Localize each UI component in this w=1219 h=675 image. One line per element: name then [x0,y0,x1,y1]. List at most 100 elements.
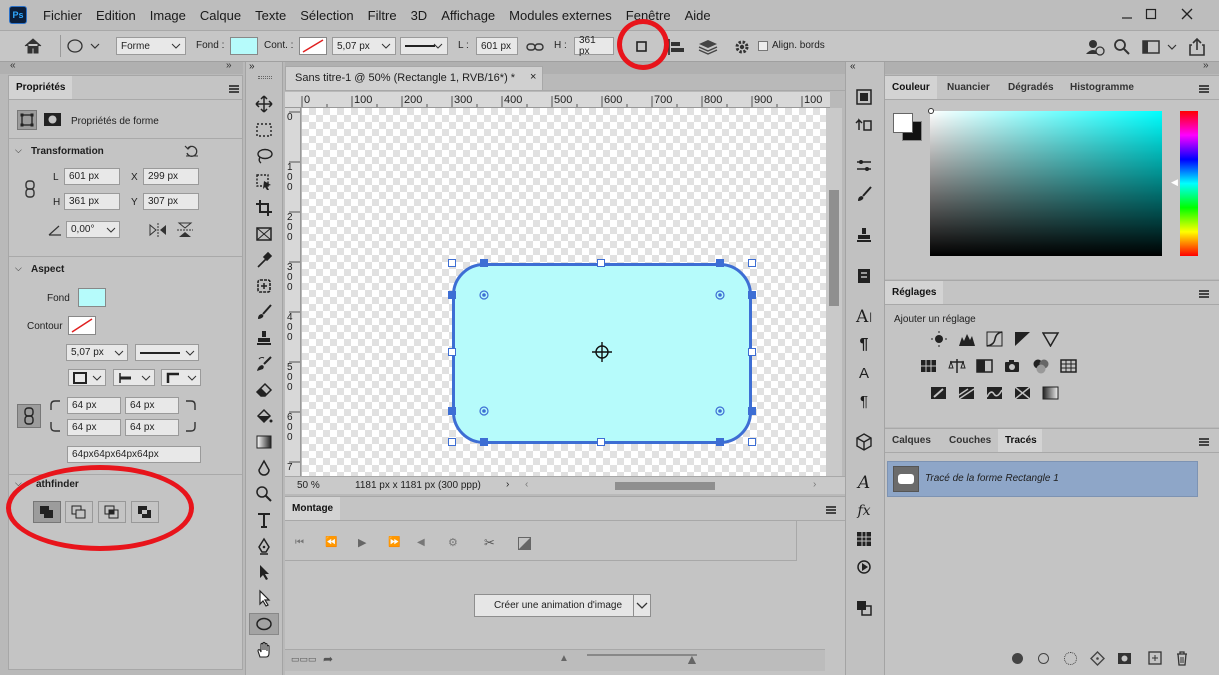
levels-icon[interactable] [958,331,976,347]
properties-collapse-bar[interactable]: « » [0,60,243,74]
panel-menu-icon[interactable] [1199,290,1209,298]
dock-expand-icon[interactable]: » [1203,60,1209,71]
shape-properties-icon[interactable] [17,110,37,130]
first-frame-icon[interactable]: ⏮ [295,537,304,548]
swatches-grid-icon[interactable] [851,528,877,550]
flip-vertical-icon[interactable] [177,222,193,238]
transform-collapse-icon[interactable]: ⌵ [15,145,22,156]
share-icon[interactable] [1187,37,1207,57]
gradient-tool-icon[interactable] [249,431,279,453]
load-selection-icon[interactable] [1064,652,1077,665]
width-field[interactable]: 601 px [476,37,518,55]
blur-tool-icon[interactable] [249,457,279,479]
color-balance-icon[interactable] [948,358,966,374]
make-path-icon[interactable] [1090,651,1105,666]
zoom-level[interactable]: 50 % [297,480,320,491]
close-window-button[interactable] [1170,3,1204,25]
audio-icon[interactable]: ◀ [417,537,425,548]
link-icon[interactable] [526,40,544,54]
convert-timeline-icon[interactable]: ➦ [323,652,333,666]
selective-color-icon[interactable] [1014,385,1032,401]
tab-traces[interactable]: Tracés [998,429,1042,452]
frame-tool-icon[interactable] [249,223,279,245]
link-corners-icon[interactable] [17,404,41,428]
transition-icon[interactable] [518,537,531,550]
tab-couches[interactable]: Couches [942,429,998,452]
menu-texte[interactable]: Texte [248,8,293,23]
scroll-left-icon[interactable]: ‹ [525,479,528,490]
x-prop-field[interactable]: 299 px [143,168,199,185]
corner-bl-field[interactable]: 64 px [67,419,121,436]
brush-tool-icon[interactable] [249,301,279,323]
tab-reglages[interactable]: Réglages [885,281,944,304]
corner-tl-field[interactable]: 64 px [67,397,121,414]
stroke-caps-select[interactable] [113,369,155,386]
panel-menu-icon[interactable] [1199,85,1209,93]
collapse-arrows-icon[interactable]: « [10,60,16,71]
angle-field[interactable]: 0,00° [66,221,120,238]
stroke-width-prop-field[interactable]: 5,07 px [66,344,128,361]
eyedropper-tool-icon[interactable] [249,249,279,271]
menu-modules-externes[interactable]: Modules externes [502,8,619,23]
menu-affichage[interactable]: Affichage [434,8,502,23]
exposure-icon[interactable] [1014,331,1032,347]
brightness-icon[interactable] [930,331,948,347]
object-selection-tool-icon[interactable] [249,171,279,193]
paragraph-styles-icon[interactable]: ¶ [851,390,877,412]
create-animation-button[interactable]: Créer une animation d'image [474,594,642,617]
path-row[interactable]: Tracé de la forme Rectangle 1 [887,461,1198,497]
create-animation-dropdown[interactable] [633,594,651,617]
path-selection-tool-icon[interactable] [249,561,279,583]
paint-bucket-tool-icon[interactable] [249,405,279,427]
tab-montage[interactable]: Montage [285,497,341,520]
3d-icon[interactable] [851,431,877,453]
black-white-icon[interactable] [976,358,994,374]
height-field[interactable]: 361 px [574,35,614,57]
corners-combined-field[interactable]: 64px64px64px64px [67,446,201,463]
add-mask-icon[interactable] [1117,652,1132,665]
pen-tool-icon[interactable] [249,535,279,557]
trash-icon[interactable] [1175,650,1189,666]
artboards-icon[interactable] [851,597,877,619]
tab-properties[interactable]: Propriétés [9,76,73,99]
fill-color-swatch[interactable] [230,37,258,55]
type-tool-icon[interactable] [249,509,279,531]
curves-icon[interactable] [986,331,1004,347]
photo-filter-icon[interactable] [1004,358,1022,374]
history-states-icon[interactable] [851,114,877,136]
ellipse-tool-icon[interactable] [249,613,279,635]
status-chevron-icon[interactable]: › [506,479,509,490]
styles-fx-icon[interactable]: fx [851,500,877,522]
vibrance-icon[interactable] [1042,331,1060,347]
settings-icon[interactable]: ⚙ [448,536,458,549]
timeline-frames-icon[interactable]: ▭▭▭ [291,654,317,665]
new-path-icon[interactable] [1148,651,1162,665]
canvas[interactable] [302,108,826,476]
search-icon[interactable] [1113,38,1131,56]
brushes-icon[interactable] [851,183,877,205]
eraser-tool-icon[interactable] [249,379,279,401]
tab-histogramme[interactable]: Histogramme [1063,76,1141,99]
brush-settings-icon[interactable] [851,155,877,177]
stroke-align-select[interactable] [68,369,106,386]
maximize-button[interactable] [1134,3,1168,25]
document-tab[interactable]: Sans titre-1 @ 50% (Rectangle 1, RVB/16*… [285,66,543,90]
menu-fichier[interactable]: Fichier [36,8,89,23]
stroke-color-swatch[interactable] [299,37,327,55]
zoom-in-timeline-icon[interactable]: ▲ [685,651,699,667]
corner-br-field[interactable]: 64 px [125,419,179,436]
reset-transform-icon[interactable] [184,144,200,158]
fill-path-icon[interactable] [1012,653,1023,664]
menu-edition[interactable]: Edition [89,8,143,23]
history-panel-icon[interactable] [851,86,877,108]
vertical-scroll-thumb[interactable] [829,190,839,306]
panel-menu-icon[interactable] [229,85,239,93]
stroke-width-field[interactable]: 5,07 px [332,37,396,55]
stroke-type-select[interactable] [400,37,448,55]
play-icon[interactable]: ▶ [358,536,366,549]
path-arrangement-icon[interactable] [697,38,719,56]
dodge-tool-icon[interactable] [249,483,279,505]
actions-icon[interactable] [851,556,877,578]
history-brush-tool-icon[interactable] [249,353,279,375]
tab-degrades[interactable]: Dégradés [1001,76,1061,99]
